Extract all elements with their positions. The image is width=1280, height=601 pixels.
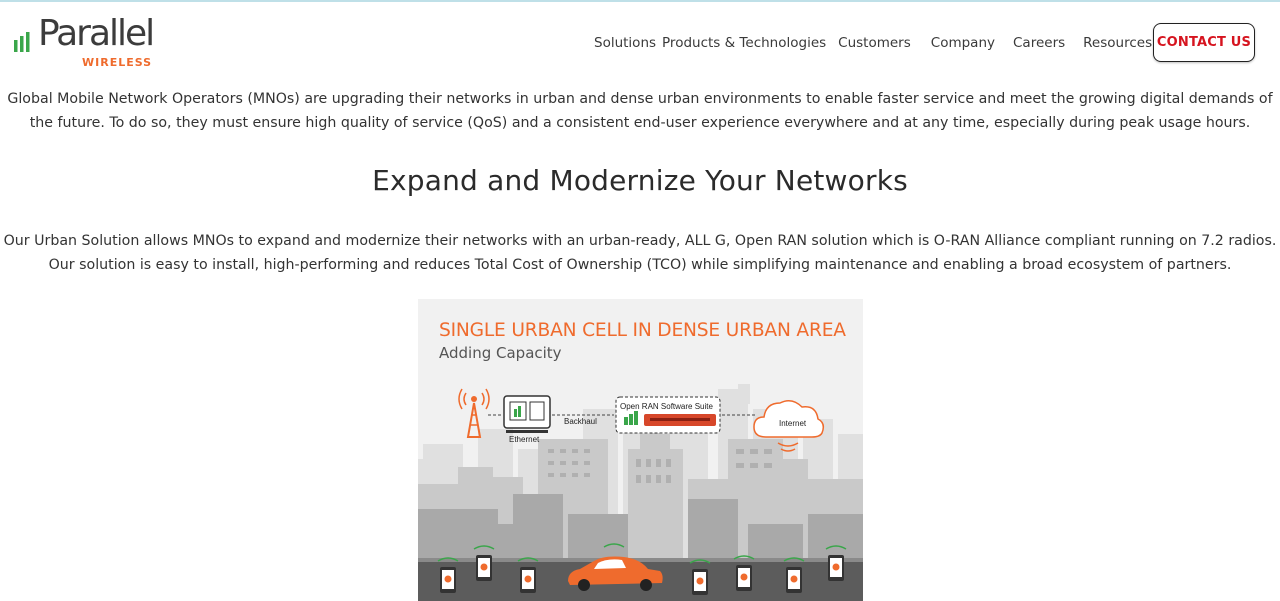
section-heading: Expand and Modernize Your Networks [372,164,908,197]
logo-tagline: WIRELESS [82,56,153,69]
intro-paragraph: Global Mobile Network Operators (MNOs) a… [7,91,1273,131]
nav-company[interactable]: Company [931,35,995,51]
parallel-wireless-logo[interactable]: Parallel WIRELESS [14,13,164,72]
site-header: Parallel WIRELESS Solutions Products & T… [0,2,1280,82]
open-ran-suite-label: Open RAN Software Suite [620,402,713,411]
logo-wordmark: Parallel [38,13,155,54]
nav-resources[interactable]: Resources [1083,35,1152,51]
backhaul-label: Backhaul [564,417,597,426]
nav-products-technologies[interactable]: Products & Technologies [662,35,826,51]
contact-us-button[interactable]: CONTACT US [1153,23,1255,62]
infographic-title: SINGLE URBAN CELL IN DENSE URBAN AREA [439,319,846,341]
ethernet-label: Ethernet [509,435,540,444]
nav-customers[interactable]: Customers [838,35,911,51]
radio-unit-icon [503,395,551,433]
urban-cell-infographic: SINGLE URBAN CELL IN DENSE URBAN AREA Ad… [418,299,863,601]
body-paragraph: Our Urban Solution allows MNOs to expand… [3,233,1277,273]
infographic-subtitle: Adding Capacity [439,344,562,362]
signal-bars-icon [14,32,30,52]
nav-solutions[interactable]: Solutions [594,35,656,51]
main-nav: Solutions Products & Technologies Custom… [594,32,1186,54]
internet-label: Internet [779,419,807,428]
nav-careers[interactable]: Careers [1013,35,1065,51]
